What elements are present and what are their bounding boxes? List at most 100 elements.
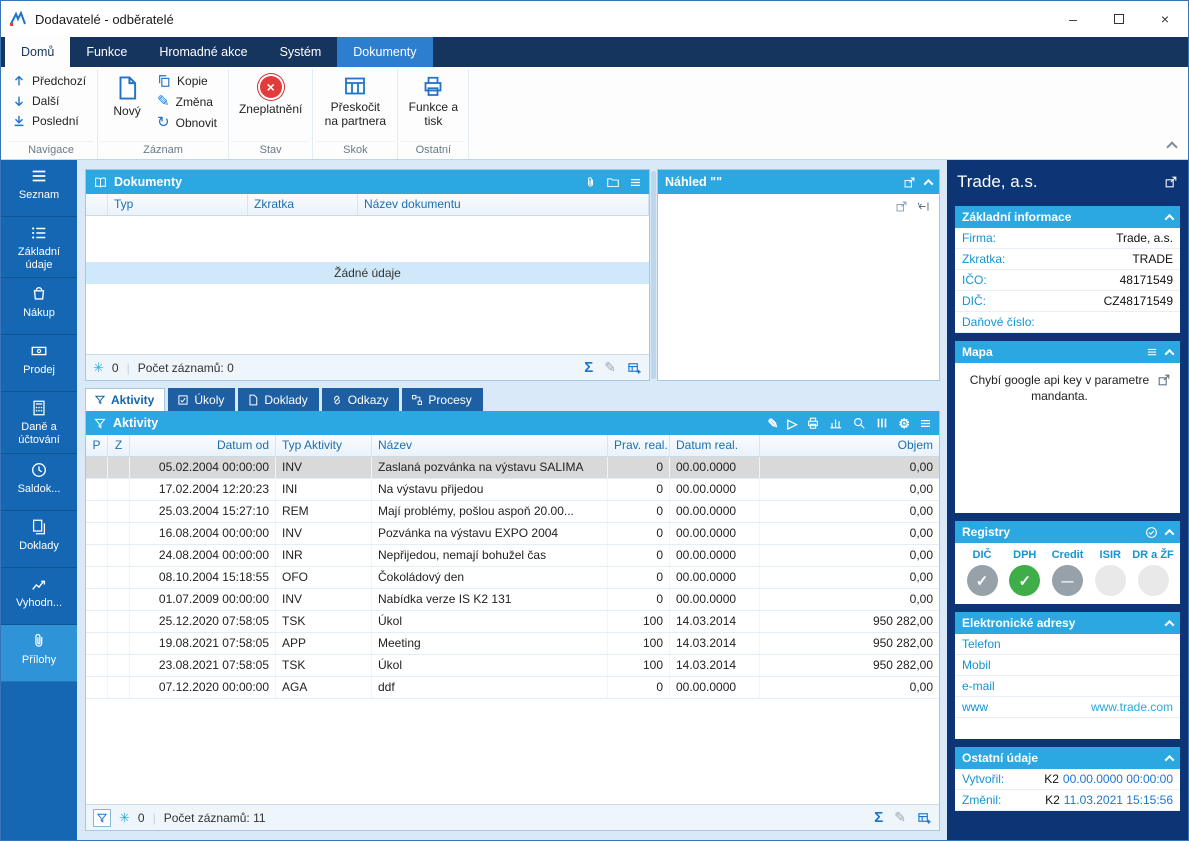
open-external-icon[interactable]	[903, 176, 916, 189]
sidebar-item-vyhodnoceni[interactable]: Vyhodn...	[1, 568, 77, 625]
copy-button[interactable]: Kopie	[153, 71, 225, 91]
menu-icon[interactable]	[919, 417, 932, 430]
sidebar-item-prodej[interactable]: Prodej	[1, 335, 77, 392]
refresh-button[interactable]: ↻ Obnovit	[153, 112, 225, 133]
activity-row[interactable]: 05.02.2004 00:00:00 INV Zaslaná pozvánka…	[86, 457, 939, 479]
minimize-button[interactable]: –	[1050, 1, 1096, 37]
collapse-panel-icon[interactable]	[924, 178, 934, 188]
column-nazev[interactable]: Název	[372, 435, 608, 456]
edit-icon[interactable]: ✎	[894, 809, 906, 826]
registry-status-icon[interactable]	[1052, 565, 1083, 596]
sidebar-item-dane-a-uctovani[interactable]: Daně a účtování	[1, 392, 77, 453]
activity-row[interactable]: 01.07.2009 00:00:00 INV Nabídka verze IS…	[86, 589, 939, 611]
sum-icon[interactable]: Σ	[584, 359, 593, 376]
registry-status-icon[interactable]	[1138, 565, 1169, 596]
previous-button[interactable]: Předchozí	[8, 71, 94, 91]
filter-toggle[interactable]	[93, 809, 111, 827]
column-prav-real[interactable]: Prav. real.	[608, 435, 670, 456]
column-nazev-dokumentu[interactable]: Název dokumentu	[358, 194, 649, 215]
column-typ[interactable]: Typ	[108, 194, 248, 215]
basic-info-header[interactable]: Základní informace	[955, 206, 1180, 228]
last-button[interactable]: Poslední	[8, 111, 94, 131]
paperclip-icon[interactable]	[584, 176, 597, 189]
folder-icon[interactable]	[606, 176, 620, 189]
registry-header[interactable]: Registry	[955, 521, 1180, 543]
sidebar-item-doklady[interactable]: Doklady	[1, 511, 77, 568]
grid-settings-icon[interactable]	[917, 810, 932, 825]
search-icon[interactable]	[852, 416, 866, 430]
chevron-up-icon[interactable]	[1165, 754, 1175, 764]
edit-icon[interactable]: ✎	[767, 417, 778, 430]
ribbon-tab-system[interactable]: Systém	[264, 37, 338, 67]
next-button[interactable]: Další	[8, 91, 94, 111]
tab-odkazy[interactable]: Odkazy	[322, 388, 400, 411]
other-info-header[interactable]: Ostatní údaje	[955, 747, 1180, 769]
column-p[interactable]: P	[86, 435, 108, 456]
menu-icon[interactable]	[1146, 346, 1158, 358]
printer-icon[interactable]	[806, 416, 820, 430]
close-button[interactable]: ×	[1142, 1, 1188, 37]
eaddress-value[interactable]: www.trade.com	[1091, 700, 1173, 714]
column-typ-aktivity[interactable]: Typ Aktivity	[276, 435, 372, 456]
activity-row[interactable]: 24.08.2004 00:00:00 INR Nepřijedou, nema…	[86, 545, 939, 567]
chevron-up-icon[interactable]	[1165, 213, 1175, 223]
maximize-button[interactable]	[1096, 1, 1142, 37]
jump-to-partner-button[interactable]: Přeskočit na partnera	[316, 69, 394, 131]
sum-icon[interactable]: Σ	[874, 809, 883, 826]
documents-body[interactable]: Žádné údaje	[86, 216, 649, 354]
play-icon[interactable]: ▷	[787, 417, 797, 430]
check-circle-icon[interactable]	[1145, 526, 1158, 539]
ribbon-tab-funkce[interactable]: Funkce	[70, 37, 143, 67]
activity-row[interactable]: 07.12.2020 00:00:00 AGA ddf 0 00.00.0000…	[86, 677, 939, 699]
sidebar-item-seznam[interactable]: Seznam	[1, 160, 77, 217]
chevron-up-icon[interactable]	[1165, 619, 1175, 629]
sidebar-item-prilohy[interactable]: Přílohy	[1, 625, 77, 682]
gear-icon[interactable]: ⚙	[898, 417, 910, 430]
registry-status-icon[interactable]	[967, 565, 998, 596]
tab-aktivity[interactable]: Aktivity	[85, 388, 165, 411]
sidebar-item-nakup[interactable]: Nákup	[1, 278, 77, 335]
open-external-icon[interactable]	[895, 200, 908, 213]
column-datum-od[interactable]: Datum od	[130, 435, 276, 456]
snowflake-icon[interactable]: ✳	[119, 810, 130, 826]
columns-icon[interactable]	[875, 416, 889, 430]
sidebar-item-zakladni-udaje[interactable]: Základní údaje	[1, 217, 77, 278]
tab-procesy[interactable]: Procesy	[402, 388, 482, 411]
chevron-up-icon[interactable]	[1165, 348, 1175, 358]
edit-icon[interactable]: ✎	[604, 359, 616, 376]
sidebar-item-saldokonta[interactable]: Saldok...	[1, 454, 77, 511]
column-datum-real[interactable]: Datum real.	[670, 435, 760, 456]
open-external-icon[interactable]	[1157, 373, 1171, 387]
activity-row[interactable]: 23.08.2021 07:58:05 TSK Úkol 100 14.03.2…	[86, 655, 939, 677]
activity-row[interactable]: 25.12.2020 07:58:05 TSK Úkol 100 14.03.2…	[86, 611, 939, 633]
ribbon-tab-domu[interactable]: Domů	[5, 37, 70, 67]
panel-splitter[interactable]	[650, 169, 657, 381]
activity-row[interactable]: 25.03.2004 15:27:10 REM Mají problémy, p…	[86, 501, 939, 523]
column-z[interactable]: Z	[108, 435, 130, 456]
new-button[interactable]: Nový	[101, 69, 153, 121]
menu-icon[interactable]	[629, 176, 642, 189]
column-zkratka[interactable]: Zkratka	[248, 194, 358, 215]
registry-status-icon[interactable]	[1095, 565, 1126, 596]
column-objem[interactable]: Objem	[760, 435, 939, 456]
ribbon-tab-dokumenty[interactable]: Dokumenty	[337, 37, 432, 67]
map-header[interactable]: Mapa	[955, 341, 1180, 363]
change-button[interactable]: ✎ Změna	[153, 91, 225, 112]
invalidate-button[interactable]: × Zneplatnění	[232, 69, 309, 119]
chevron-up-icon[interactable]	[1165, 528, 1175, 538]
functions-print-button[interactable]: Funkce a tisk	[401, 69, 465, 131]
ribbon-collapse-icon[interactable]	[1166, 141, 1177, 152]
grid-settings-icon[interactable]	[627, 360, 642, 375]
activity-row[interactable]: 08.10.2004 15:18:55 OFO Čokoládový den 0…	[86, 567, 939, 589]
activity-row[interactable]: 16.08.2004 00:00:00 INV Pozvánka na výst…	[86, 523, 939, 545]
tab-doklady[interactable]: Doklady	[238, 388, 318, 411]
fit-width-icon[interactable]	[916, 200, 931, 213]
activity-row[interactable]: 17.02.2004 12:20:23 INI Na výstavu přije…	[86, 479, 939, 501]
tab-ukoly[interactable]: Úkoly	[168, 388, 235, 411]
registry-status-icon[interactable]	[1009, 565, 1040, 596]
open-external-icon[interactable]	[1164, 175, 1178, 189]
preview-body[interactable]	[658, 194, 939, 380]
eaddresses-header[interactable]: Elektronické adresy	[955, 612, 1180, 634]
bar-chart-icon[interactable]	[829, 416, 843, 430]
ribbon-tab-hromadne-akce[interactable]: Hromadné akce	[143, 37, 263, 67]
